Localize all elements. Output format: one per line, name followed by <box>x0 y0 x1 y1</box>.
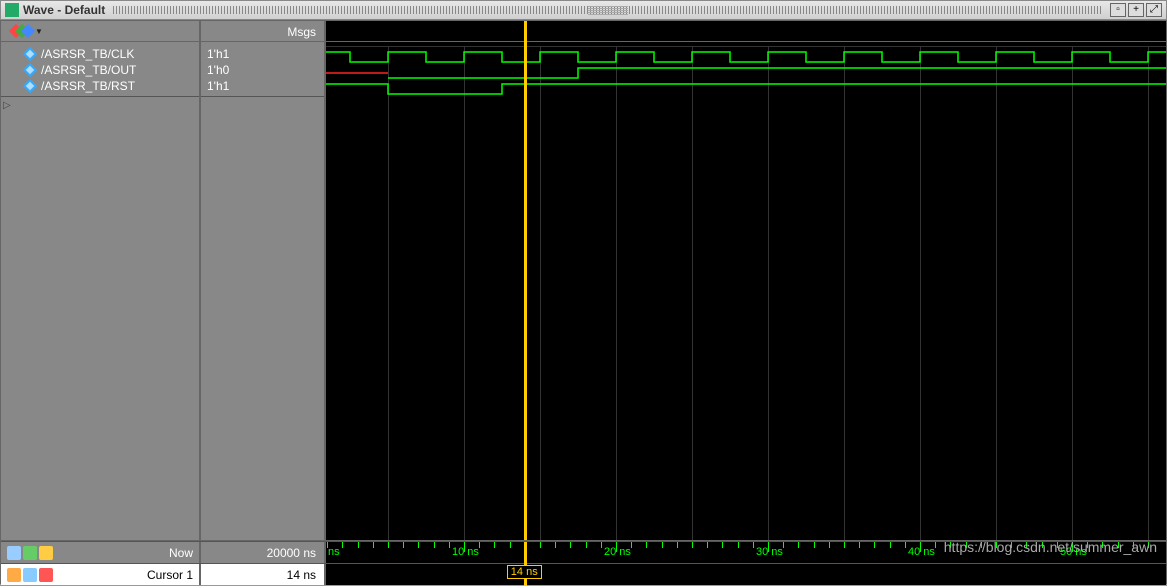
cursor-line[interactable] <box>524 42 527 540</box>
cursor-row-left: Cursor 1 <box>1 564 201 585</box>
signal-name: /ASRSR_TB/RST <box>41 79 135 93</box>
cursor-row: Cursor 1 14 ns 14 ns <box>1 563 1166 585</box>
signal-diamond-icon <box>23 47 37 61</box>
now-row-left: Now <box>1 542 201 563</box>
dock-button[interactable]: ▫ <box>1110 3 1126 17</box>
signal-value: 1'h1 <box>201 46 324 62</box>
wave-app-icon <box>5 3 19 17</box>
now-label: Now <box>169 546 193 560</box>
signal-name: /ASRSR_TB/OUT <box>41 63 136 77</box>
lock-icon[interactable] <box>7 568 21 582</box>
toolbar: ▼ Msgs <box>0 20 1167 42</box>
main-area: /ASRSR_TB/CLK /ASRSR_TB/OUT /ASRSR_TB/RS… <box>0 42 1167 540</box>
title-drag-area[interactable] <box>113 6 1102 14</box>
key-icon[interactable] <box>23 568 37 582</box>
toolbar-wave-strip <box>326 21 1166 41</box>
signal-names-column[interactable]: /ASRSR_TB/CLK /ASRSR_TB/OUT /ASRSR_TB/RS… <box>1 42 201 540</box>
status-icon-a[interactable] <box>7 546 21 560</box>
signal-value: 1'h1 <box>201 78 324 94</box>
delete-icon[interactable] <box>39 568 53 582</box>
signal-values-column[interactable]: 1'h1 1'h0 1'h1 <box>201 42 326 540</box>
status-icon-b[interactable] <box>23 546 37 560</box>
signal-row[interactable]: /ASRSR_TB/RST <box>1 78 199 94</box>
signal-row[interactable]: /ASRSR_TB/CLK <box>1 46 199 62</box>
msgs-header: Msgs <box>201 21 326 41</box>
window-buttons: ▫ + ⤢ <box>1110 3 1162 17</box>
cursor-value: 14 ns <box>201 564 326 585</box>
signal-menu-dropdown[interactable]: ▼ <box>35 27 43 36</box>
signal-value: 1'h0 <box>201 62 324 78</box>
popout-button[interactable]: ⤢ <box>1146 3 1162 17</box>
status-icon-c[interactable] <box>39 546 53 560</box>
signal-diamond-icon <box>23 63 37 77</box>
titlebar: Wave - Default ▫ + ⤢ <box>0 0 1167 20</box>
title-grip[interactable] <box>588 5 628 15</box>
cursor-line-top[interactable] <box>524 21 527 43</box>
toolbar-left: ▼ <box>1 21 201 41</box>
waveform-area[interactable] <box>326 42 1166 540</box>
cursor-label: Cursor 1 <box>147 568 193 582</box>
signal-name: /ASRSR_TB/CLK <box>41 47 134 61</box>
watermark-text: https://blog.csdn.net/summer_awn <box>944 539 1157 555</box>
signal-diamond-icon <box>23 79 37 93</box>
window-title: Wave - Default <box>23 3 105 17</box>
cursor-strip[interactable]: 14 ns <box>326 564 1166 585</box>
maximize-button[interactable]: + <box>1128 3 1144 17</box>
now-value: 20000 ns <box>201 542 326 563</box>
tree-collapse-handle[interactable]: ▷ <box>3 100 11 111</box>
signal-row[interactable]: /ASRSR_TB/OUT <box>1 62 199 78</box>
